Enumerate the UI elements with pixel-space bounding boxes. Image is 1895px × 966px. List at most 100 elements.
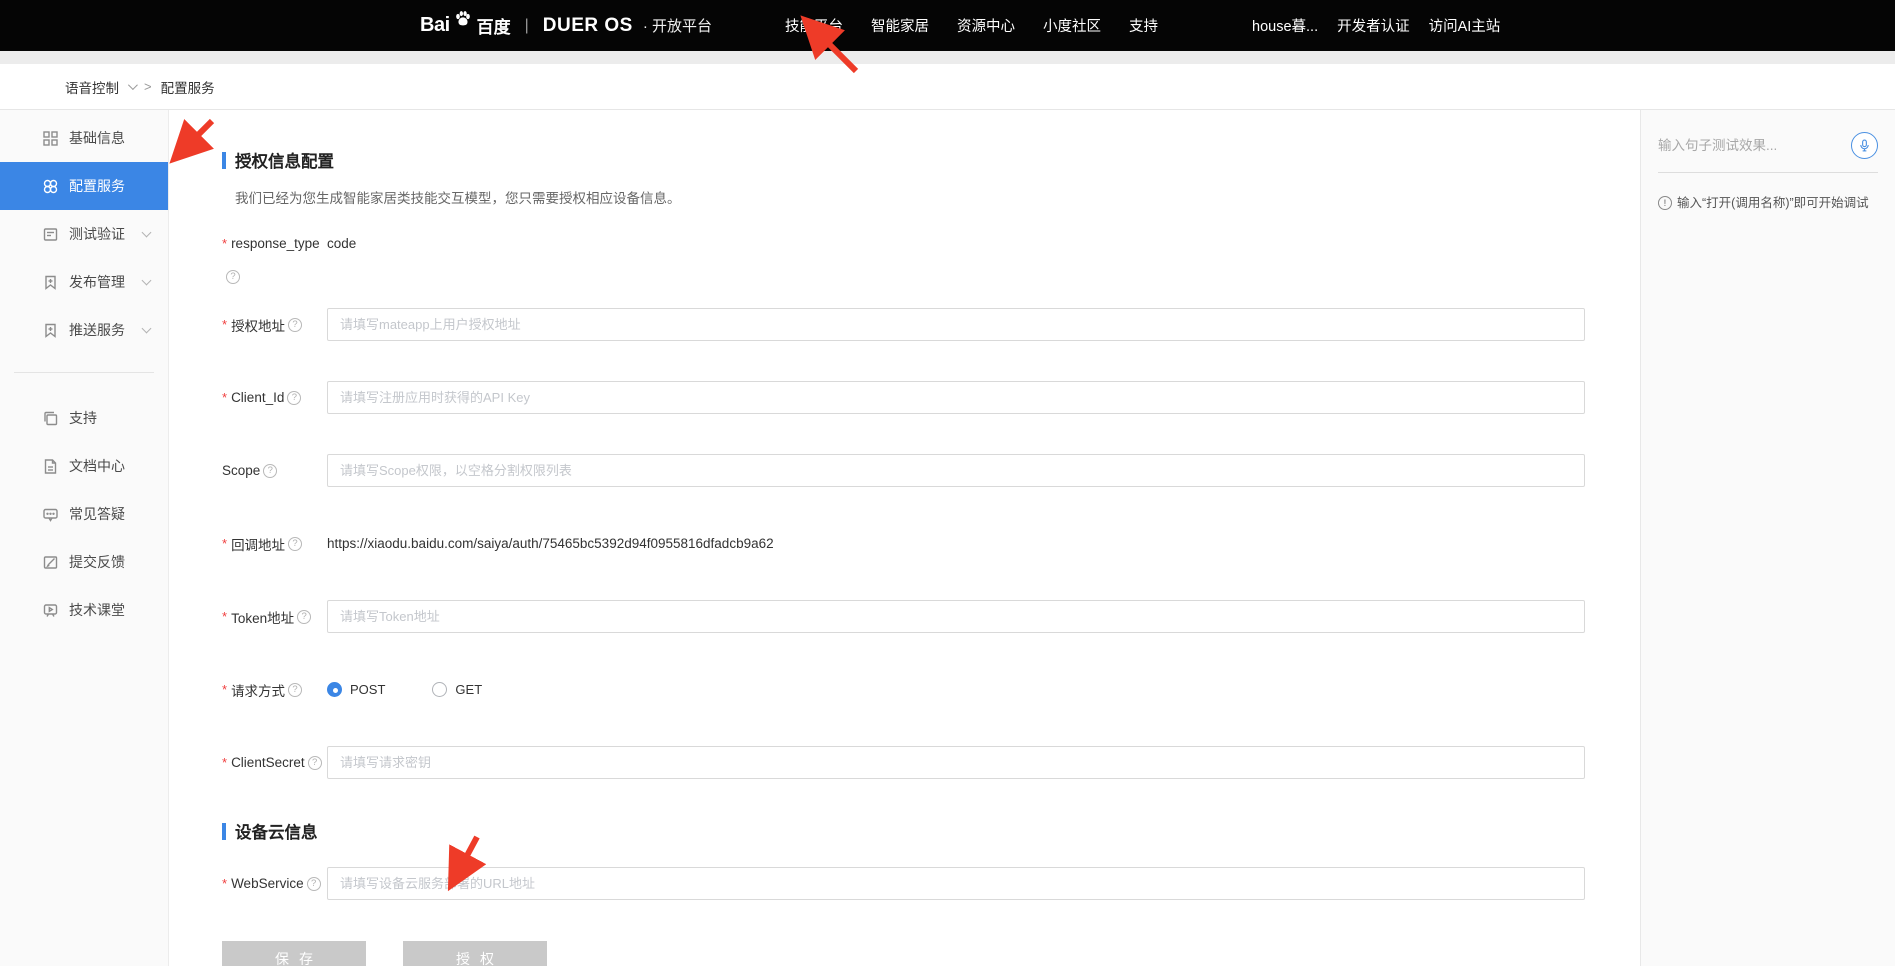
bookmark-plus-icon	[42, 322, 59, 339]
microphone-button[interactable]	[1851, 132, 1878, 159]
radio-post[interactable]: POST	[327, 682, 385, 697]
username[interactable]: house暮...	[1252, 15, 1318, 36]
breadcrumb-parent[interactable]: 语音控制	[65, 77, 119, 97]
sidebar-item-config-service[interactable]: 配置服务	[0, 162, 168, 210]
sidebar-item-publish-manage[interactable]: 发布管理	[0, 258, 168, 306]
question-icon[interactable]: ?	[297, 610, 311, 624]
radio-get[interactable]: GET	[432, 682, 482, 697]
document-lines-icon	[42, 226, 59, 243]
question-icon[interactable]: ?	[288, 683, 302, 697]
response-type-help: ?	[223, 266, 1640, 284]
nav-resource-center[interactable]: 资源中心	[957, 15, 1015, 36]
test-panel: ! 输入“打开(调用名称)”即可开始调试	[1640, 110, 1895, 966]
radio-label: POST	[350, 682, 385, 697]
tip-text: 输入“打开(调用名称)”即可开始调试	[1677, 195, 1869, 212]
question-icon[interactable]: ?	[226, 270, 240, 284]
sidebar-item-feedback[interactable]: 提交反馈	[0, 538, 168, 586]
save-button[interactable]: 保存	[222, 941, 366, 966]
authorize-button[interactable]: 授权	[403, 941, 547, 966]
grid-icon	[42, 130, 59, 147]
section-title: 授权信息配置	[235, 148, 334, 172]
field-label: WebService ?	[222, 876, 327, 891]
question-icon[interactable]: ?	[287, 391, 301, 405]
field-client-secret: ClientSecret ?	[222, 746, 1640, 779]
chevron-down-icon[interactable]	[128, 80, 138, 90]
sidebar-item-label: 发布管理	[69, 272, 125, 292]
edit-icon	[42, 554, 59, 571]
client-secret-input[interactable]	[327, 746, 1585, 779]
visit-ai-site-link[interactable]: 访问AI主站	[1429, 15, 1501, 36]
top-navbar: Bai 百度 | DUER OS · 开放平台 技能平台 智能家居 资源中心 小…	[0, 0, 1895, 51]
chevron-down-icon	[142, 228, 152, 238]
breadcrumb-separator: >	[144, 79, 152, 94]
sidebar-item-support[interactable]: 支持	[0, 394, 168, 442]
logo-divider: |	[525, 17, 529, 35]
navbar-bottom-strip	[0, 51, 1895, 64]
token-url-input[interactable]	[327, 600, 1585, 633]
sidebar-item-doc-center[interactable]: 文档中心	[0, 442, 168, 490]
sidebar-item-label: 配置服务	[69, 176, 125, 196]
developer-cert-link[interactable]: 开发者认证	[1337, 15, 1410, 36]
auth-url-input[interactable]	[327, 308, 1585, 341]
radio-selected-icon	[327, 682, 342, 697]
question-icon[interactable]: ?	[288, 318, 302, 332]
sidebar-item-test-verify[interactable]: 测试验证	[0, 210, 168, 258]
section-device-cloud: 设备云信息	[222, 819, 1640, 843]
question-icon[interactable]: ?	[308, 756, 322, 770]
field-label: ClientSecret ?	[222, 755, 327, 770]
baidu-logo-text: Bai	[420, 14, 450, 37]
section-title: 设备云信息	[235, 819, 318, 843]
field-request-method: 请求方式 ? POST GET	[222, 673, 1640, 706]
client-id-input[interactable]	[327, 381, 1585, 414]
sidebar: 基础信息 配置服务 测试验证	[0, 110, 169, 966]
breadcrumb-bar: 语音控制 > 配置服务	[0, 64, 1895, 110]
scope-input[interactable]	[327, 454, 1585, 487]
sidebar-item-faq[interactable]: 常见答疑	[0, 490, 168, 538]
field-label: Client_Id ?	[222, 390, 327, 405]
sidebar-item-tech-class[interactable]: 技术课堂	[0, 586, 168, 634]
field-auth-url: 授权地址 ?	[222, 308, 1640, 341]
test-tip: ! 输入“打开(调用名称)”即可开始调试	[1658, 195, 1878, 212]
dueros-config-page: Bai 百度 | DUER OS · 开放平台 技能平台 智能家居 资源中心 小…	[0, 0, 1895, 966]
document-icon	[42, 458, 59, 475]
dueros-brand: DUER OS	[543, 15, 633, 37]
response-type-value: code	[327, 236, 356, 251]
baidu-dueros-logo[interactable]: Bai 百度 | DUER OS · 开放平台	[420, 0, 712, 51]
sidebar-item-label: 支持	[69, 408, 97, 428]
field-scope: Scope ?	[222, 454, 1640, 487]
question-icon[interactable]: ?	[307, 877, 321, 891]
breadcrumb: 语音控制 > 配置服务	[65, 77, 215, 97]
field-callback-url: 回调地址 ? https://xiaodu.baidu.com/saiya/au…	[222, 527, 1640, 560]
field-label: Token地址 ?	[222, 607, 327, 627]
field-label: 回调地址 ?	[222, 534, 327, 554]
field-token-url: Token地址 ?	[222, 600, 1640, 633]
sidebar-divider	[14, 372, 154, 373]
info-icon: !	[1658, 196, 1672, 210]
sidebar-item-label: 基础信息	[69, 128, 125, 148]
presentation-play-icon	[42, 602, 59, 619]
nav-support[interactable]: 支持	[1129, 15, 1158, 36]
main-content: 授权信息配置 我们已经为您生成智能家居类技能交互模型，您只需要授权相应设备信息。…	[169, 110, 1640, 966]
nav-xiaodu-community[interactable]: 小度社区	[1043, 15, 1101, 36]
section-description: 我们已经为您生成智能家居类技能交互模型，您只需要授权相应设备信息。	[235, 187, 1640, 207]
primary-nav: 技能平台 智能家居 资源中心 小度社区 支持	[785, 0, 1158, 51]
sidebar-item-label: 技术课堂	[69, 600, 125, 620]
sidebar-item-label: 常见答疑	[69, 504, 125, 524]
bookmark-plus-icon	[42, 274, 59, 291]
nav-smart-home[interactable]: 智能家居	[871, 15, 929, 36]
section-auth-config: 授权信息配置	[222, 148, 1640, 172]
sidebar-item-label: 推送服务	[69, 320, 125, 340]
field-label: response_type	[222, 236, 327, 251]
question-icon[interactable]: ?	[288, 537, 302, 551]
section-accent-bar	[222, 823, 226, 840]
sidebar-item-basic-info[interactable]: 基础信息	[0, 114, 168, 162]
field-label: Scope ?	[222, 463, 327, 478]
sidebar-item-push-service[interactable]: 推送服务	[0, 306, 168, 354]
nav-skill-platform[interactable]: 技能平台	[785, 15, 843, 36]
webservice-input[interactable]	[327, 867, 1585, 900]
sentence-test-input[interactable]	[1658, 138, 1828, 153]
question-icon[interactable]: ?	[263, 464, 277, 478]
sidebar-item-label: 文档中心	[69, 456, 125, 476]
field-label: 请求方式 ?	[222, 680, 327, 700]
method-radio-group: POST GET	[327, 682, 482, 697]
